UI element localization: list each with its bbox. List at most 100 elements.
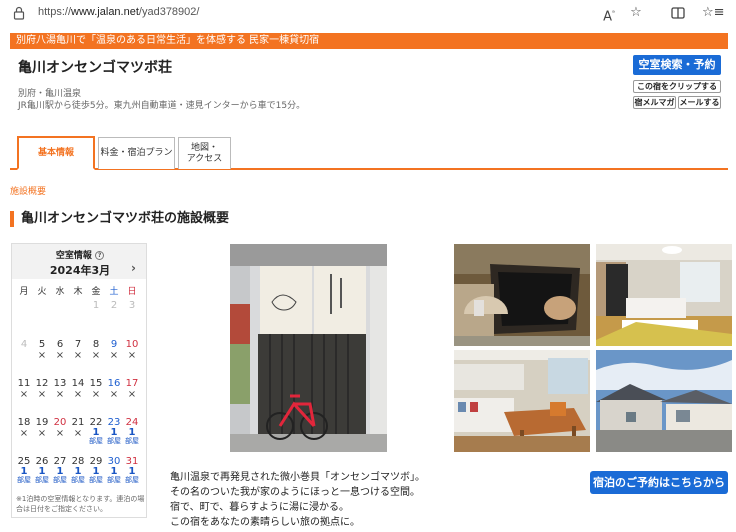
day-number: 20 xyxy=(53,417,67,428)
day-number: 10 xyxy=(125,339,139,350)
rooms-count: 1 xyxy=(20,466,28,477)
rooms-count: 1 xyxy=(92,427,100,438)
calendar-day: 17 × xyxy=(123,378,141,400)
tab-rates-plans[interactable]: 料金・宿泊プラン xyxy=(98,137,175,169)
url-path: /yad378902/ xyxy=(138,6,200,18)
calendar-day[interactable]: 26 1 部屋 xyxy=(33,456,51,484)
read-aloud-icon[interactable]: Aᵃ xyxy=(600,4,618,24)
tab-label: 基本情報 xyxy=(37,147,74,158)
weekday-label: 金 xyxy=(91,287,101,297)
calendar-day[interactable]: 24 1 部屋 xyxy=(123,417,141,445)
split-screen-icon[interactable] xyxy=(669,4,687,22)
tab-label: 料金・宿泊プラン xyxy=(100,148,173,158)
weekday-label: 月 xyxy=(19,287,29,297)
rooms-unit: 部屋 xyxy=(35,476,49,484)
day-number: 11 xyxy=(17,378,31,389)
book-stay-button[interactable]: 宿泊のご予約はこちらから xyxy=(590,471,728,494)
description-line: 宿で、町で、暮らすように湯に浸かる。 xyxy=(170,502,349,513)
clip-hotel-button[interactable]: この宿をクリップする xyxy=(633,80,721,93)
calendar-day[interactable]: 30 1 部屋 xyxy=(105,456,123,484)
rooms-count: 1 xyxy=(128,466,136,477)
rooms-count: 1 xyxy=(110,466,118,477)
calendar-day[interactable]: 22 1 部屋 xyxy=(87,417,105,445)
calendar-day: 8 × xyxy=(87,339,105,361)
rooms-count: 1 xyxy=(74,466,82,477)
calendar-day: 1 xyxy=(87,300,105,311)
favorites-list-icon[interactable]: ☆≡ xyxy=(702,4,725,22)
calendar-day: 9 × xyxy=(105,339,123,361)
url-prefix: https:// xyxy=(38,6,72,18)
kitchen-dining-photo[interactable] xyxy=(454,350,590,452)
day-number: 3 xyxy=(128,300,136,311)
facility-description: 亀川温泉で再発見された微小巻貝「オンセンゴマツボ」。 その名のついた我が家のよう… xyxy=(170,470,425,530)
day-number: 2 xyxy=(110,300,118,311)
tab-map-access[interactable]: 地図・ アクセス xyxy=(178,137,231,169)
weekday-label: 火 xyxy=(37,287,47,297)
browser-toolbar: https://www.jalan.net/yad378902/ Aᵃ ☆ ☆≡ xyxy=(0,0,736,26)
catch-copy-banner: 別府八湯亀川で「温泉のある日常生活」を体感する 民家一棟貸切宿 xyxy=(10,33,728,49)
vacancy-search-button[interactable]: 空室検索・予約 xyxy=(633,55,721,75)
calendar-day[interactable]: 28 1 部屋 xyxy=(69,456,87,484)
full-mark: × xyxy=(91,350,101,361)
entrance-noren-photo[interactable] xyxy=(230,244,387,452)
calendar-day[interactable]: 29 1 部屋 xyxy=(87,456,105,484)
full-mark: × xyxy=(73,428,83,439)
calendar-day[interactable]: 27 1 部屋 xyxy=(51,456,69,484)
rooms-count: 1 xyxy=(92,466,100,477)
description-line: この宿をあなたの素晴らしい旅の拠点に。 xyxy=(170,517,360,528)
rooms-unit: 部屋 xyxy=(53,476,67,484)
favorite-star-icon[interactable]: ☆ xyxy=(627,4,645,22)
full-mark: × xyxy=(127,350,137,361)
full-mark: × xyxy=(37,428,47,439)
calendar-day: 4 xyxy=(15,339,33,350)
rooms-count: 1 xyxy=(38,466,46,477)
calendar-day[interactable]: 25 1 部屋 xyxy=(15,456,33,484)
day-number: 7 xyxy=(74,339,82,350)
calendar-day: 21 × xyxy=(69,417,87,439)
availability-calendar: 空室情報 ? 2024年3月 › ※1泊時の空室情報となります。連泊の場合は日付… xyxy=(11,243,147,518)
calendar-day: 14 × xyxy=(69,378,87,400)
day-number: 4 xyxy=(20,339,28,350)
description-line: 亀川温泉で再発見された微小巻貝「オンセンゴマツボ」。 xyxy=(170,472,425,483)
weekday-label: 水 xyxy=(55,287,65,297)
help-icon[interactable]: ? xyxy=(95,251,105,260)
breadcrumb[interactable]: 施設概要 xyxy=(10,184,46,197)
bedroom-photo[interactable] xyxy=(596,244,732,346)
send-mail-button[interactable]: メールする xyxy=(678,96,721,109)
tab-basic-info[interactable]: 基本情報 xyxy=(17,136,95,170)
house-exterior-photo[interactable] xyxy=(596,350,732,452)
full-mark: × xyxy=(127,389,137,400)
full-mark: × xyxy=(55,350,65,361)
calendar-day: 5 × xyxy=(33,339,51,361)
next-month-chevron-icon[interactable]: › xyxy=(131,261,136,275)
indoor-bath-photo[interactable] xyxy=(454,244,590,346)
full-mark: × xyxy=(37,389,47,400)
calendar-day: 3 xyxy=(123,300,141,311)
day-number: 16 xyxy=(107,378,121,389)
day-number: 17 xyxy=(125,378,139,389)
tab-label: 地図・ アクセス xyxy=(186,142,223,164)
full-mark: × xyxy=(73,350,83,361)
full-mark: × xyxy=(55,428,65,439)
full-mark: × xyxy=(37,350,47,361)
calendar-title-text: 空室情報 xyxy=(55,251,92,261)
rooms-unit: 部屋 xyxy=(107,476,121,484)
full-mark: × xyxy=(109,389,119,400)
hotel-newsletter-button[interactable]: 宿メルマガ xyxy=(633,96,676,109)
day-number: 5 xyxy=(38,339,46,350)
calendar-header: 空室情報 ? 2024年3月 › xyxy=(12,244,146,279)
calendar-day: 10 × xyxy=(123,339,141,361)
calendar-day: 12 × xyxy=(33,378,51,400)
day-number: 12 xyxy=(35,378,49,389)
calendar-day: 6 × xyxy=(51,339,69,361)
day-number: 1 xyxy=(92,300,100,311)
full-mark: × xyxy=(73,389,83,400)
calendar-day: 2 xyxy=(105,300,123,311)
calendar-day[interactable]: 31 1 部屋 xyxy=(123,456,141,484)
address-bar[interactable]: https://www.jalan.net/yad378902/ xyxy=(38,6,199,18)
weekday-label: 土 xyxy=(109,287,119,297)
calendar-day[interactable]: 23 1 部屋 xyxy=(105,417,123,445)
section-title: 亀川オンセンゴマツボ荘の施設概要 xyxy=(10,211,229,227)
lock-icon[interactable] xyxy=(13,6,25,20)
calendar-title: 空室情報 ? xyxy=(12,248,148,261)
